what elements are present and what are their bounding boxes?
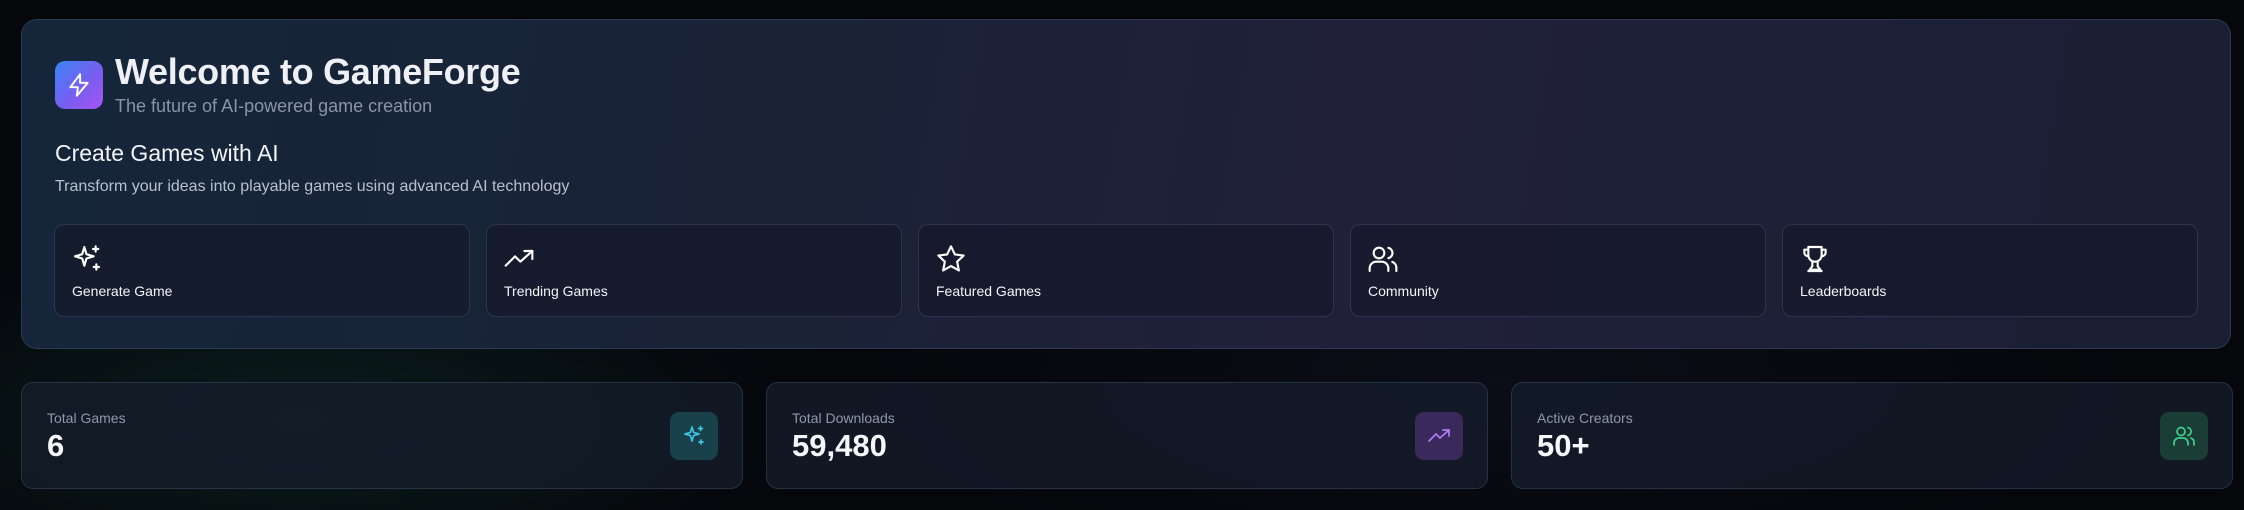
sparkles-icon bbox=[71, 243, 103, 275]
featured-games-label: Featured Games bbox=[936, 283, 1042, 299]
page-title: Welcome to GameForge bbox=[115, 51, 521, 92]
lightning-icon bbox=[55, 61, 103, 109]
stat-label: Active Creators bbox=[1537, 410, 1633, 426]
dashboard-page: Welcome to GameForge The future of AI-po… bbox=[0, 0, 2244, 510]
stat-card-active-creators: Active Creators 50+ bbox=[1511, 382, 2233, 489]
leaderboards-button[interactable]: Leaderboards bbox=[1782, 224, 2198, 317]
star-icon bbox=[935, 243, 967, 275]
generate-game-label: Generate Game bbox=[72, 283, 173, 299]
trending-games-button[interactable]: Trending Games bbox=[486, 224, 902, 317]
page-subtitle: The future of AI-powered game creation bbox=[115, 96, 433, 116]
trending-games-label: Trending Games bbox=[504, 283, 608, 299]
trophy-icon bbox=[1799, 243, 1831, 275]
stat-card-total-downloads: Total Downloads 59,480 bbox=[766, 382, 1488, 489]
welcome-hero-panel: Welcome to GameForge The future of AI-po… bbox=[21, 19, 2231, 349]
sparkles-icon bbox=[670, 412, 718, 460]
trending-up-icon bbox=[503, 243, 535, 275]
community-button[interactable]: Community bbox=[1350, 224, 1766, 317]
section-title: Create Games with AI bbox=[55, 140, 279, 166]
featured-games-button[interactable]: Featured Games bbox=[918, 224, 1334, 317]
stat-value: 6 bbox=[47, 428, 65, 463]
leaderboards-label: Leaderboards bbox=[1800, 283, 1887, 299]
stat-label: Total Downloads bbox=[792, 410, 895, 426]
users-icon bbox=[1367, 243, 1399, 275]
generate-game-button[interactable]: Generate Game bbox=[54, 224, 470, 317]
stat-value: 50+ bbox=[1537, 428, 1590, 463]
stat-card-total-games: Total Games 6 bbox=[21, 382, 743, 489]
stat-value: 59,480 bbox=[792, 428, 887, 463]
stat-label: Total Games bbox=[47, 410, 126, 426]
community-label: Community bbox=[1368, 283, 1439, 299]
trending-up-icon bbox=[1415, 412, 1463, 460]
users-icon bbox=[2160, 412, 2208, 460]
section-description: Transform your ideas into playable games… bbox=[55, 178, 570, 195]
